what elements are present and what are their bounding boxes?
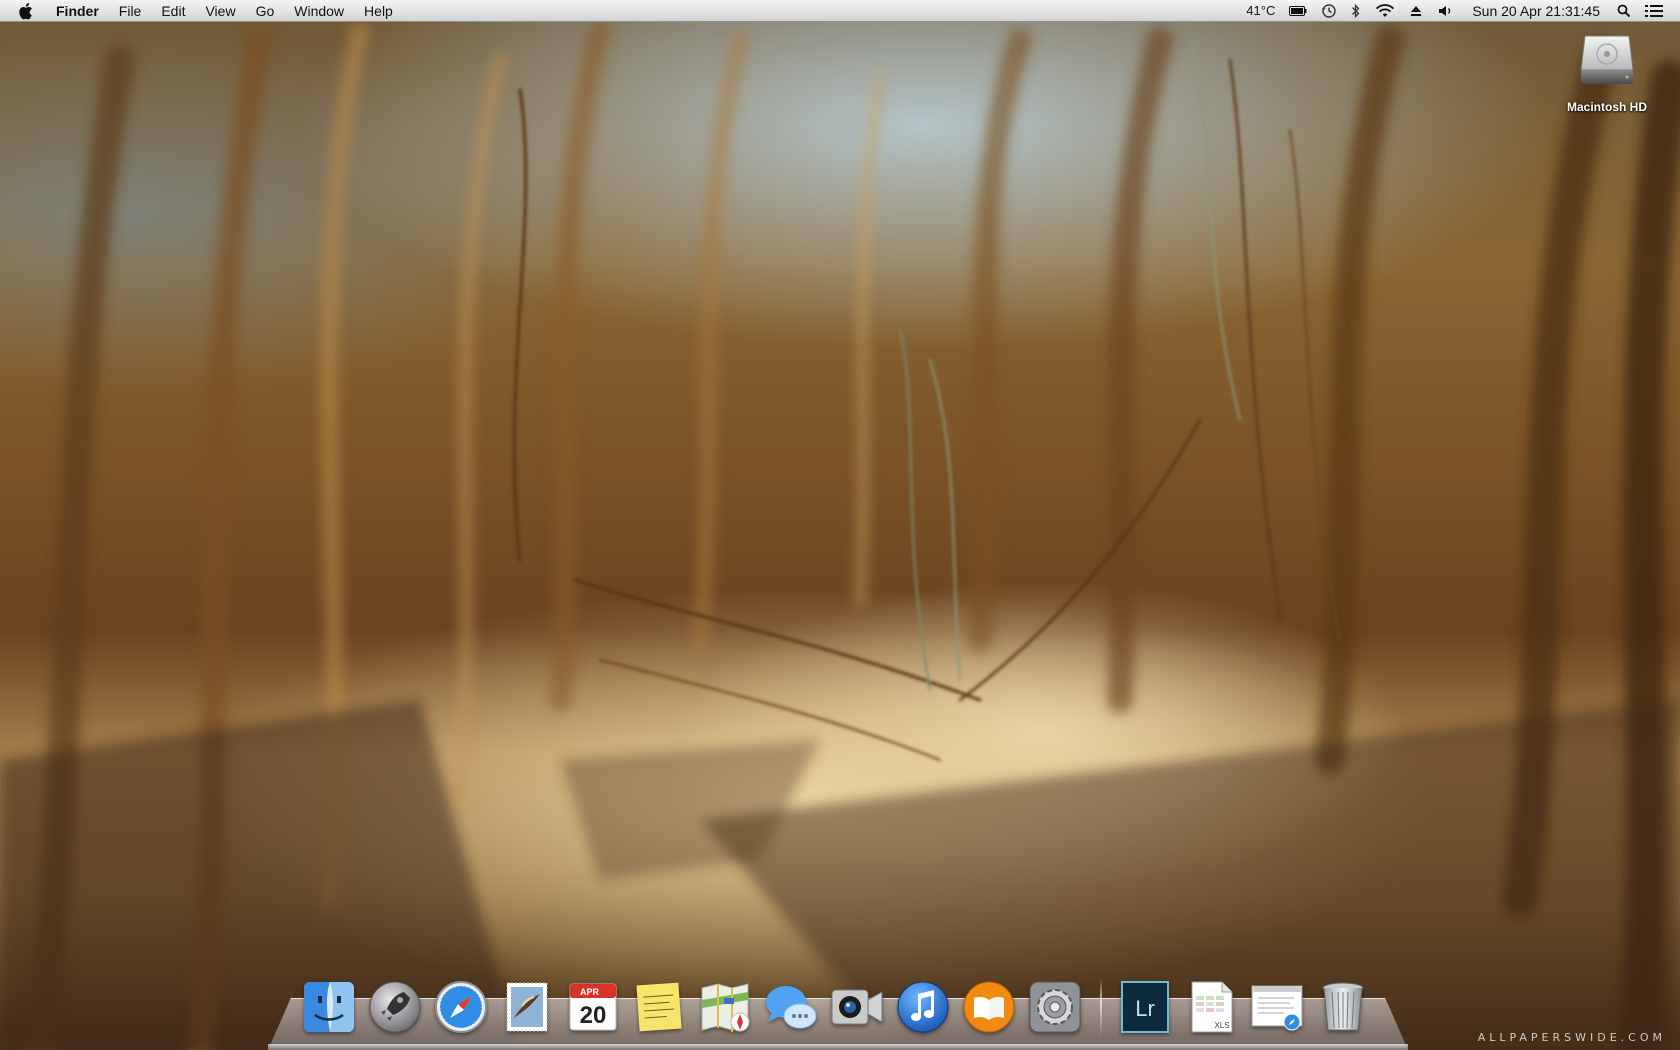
camera-icon bbox=[831, 989, 883, 1025]
dock-item-mail[interactable] bbox=[498, 978, 556, 1036]
bluetooth-icon[interactable] bbox=[1344, 0, 1368, 22]
dock-item-launchpad[interactable] bbox=[366, 978, 424, 1036]
music-note-icon bbox=[897, 981, 949, 1033]
notification-center-icon[interactable] bbox=[1638, 0, 1670, 22]
dock-item-messages[interactable] bbox=[762, 978, 820, 1036]
dock-item-xls-document[interactable]: XLS bbox=[1182, 978, 1240, 1036]
compass-icon bbox=[435, 981, 487, 1033]
calendar-month: APR bbox=[580, 987, 600, 997]
menu-app-name[interactable]: Finder bbox=[52, 0, 109, 22]
time-machine-icon[interactable] bbox=[1314, 0, 1344, 22]
menu-window[interactable]: Window bbox=[284, 0, 354, 22]
lightroom-icon: Lr bbox=[1121, 981, 1169, 1033]
dock: APR 20 Lr XLS bbox=[300, 978, 1380, 1036]
calendar-day: 20 bbox=[580, 1002, 607, 1029]
eject-icon[interactable] bbox=[1402, 0, 1430, 22]
notes-icon bbox=[636, 982, 682, 1032]
menu-bar: Finder File Edit View Go Window Help 41°… bbox=[0, 0, 1680, 22]
dock-item-calendar[interactable]: APR 20 bbox=[564, 978, 622, 1036]
gear-icon bbox=[1029, 981, 1081, 1033]
temperature-status[interactable]: 41°C bbox=[1239, 0, 1282, 22]
battery-icon[interactable] bbox=[1282, 0, 1314, 22]
desktop-icon-macintosh-hd[interactable]: Macintosh HD bbox=[1552, 30, 1662, 114]
map-icon bbox=[701, 983, 750, 1032]
menu-edit[interactable]: Edit bbox=[151, 0, 195, 22]
dock-item-notes[interactable] bbox=[630, 978, 688, 1036]
hard-drive-icon bbox=[1580, 35, 1634, 84]
lightroom-label: Lr bbox=[1135, 996, 1155, 1021]
wallpaper-watermark: ALLPAPERSWIDE.COM bbox=[1477, 1031, 1666, 1044]
xls-label: XLS bbox=[1214, 1021, 1229, 1030]
dock-item-safari[interactable] bbox=[432, 978, 490, 1036]
menu-go[interactable]: Go bbox=[246, 0, 285, 22]
dock-item-lightroom[interactable]: Lr bbox=[1116, 978, 1174, 1036]
menu-file[interactable]: File bbox=[109, 0, 152, 22]
dock-item-finder[interactable] bbox=[300, 978, 358, 1036]
dock-item-trash[interactable] bbox=[1314, 978, 1372, 1036]
dock-item-ibooks[interactable] bbox=[960, 978, 1018, 1036]
apple-menu-icon[interactable] bbox=[16, 0, 38, 22]
dock-separator bbox=[1100, 978, 1102, 1036]
stamp-icon bbox=[506, 982, 548, 1032]
calendar-icon: APR 20 bbox=[569, 983, 617, 1031]
trash-icon bbox=[1322, 982, 1364, 1031]
book-icon bbox=[963, 981, 1015, 1033]
volume-icon[interactable] bbox=[1430, 0, 1462, 22]
clock[interactable]: Sun 20 Apr 21:31:45 bbox=[1462, 0, 1610, 22]
desktop-wallpaper bbox=[0, 0, 1680, 1050]
spotlight-search-icon[interactable] bbox=[1610, 0, 1638, 22]
web-document-icon bbox=[1251, 985, 1303, 1031]
rocket-icon bbox=[369, 981, 421, 1033]
dock-item-system-preferences[interactable] bbox=[1026, 978, 1084, 1036]
dock-item-maps[interactable] bbox=[696, 978, 754, 1036]
wifi-icon[interactable] bbox=[1368, 0, 1402, 22]
menu-view[interactable]: View bbox=[195, 0, 245, 22]
dock-item-facetime[interactable] bbox=[828, 978, 886, 1036]
desktop-icon-label: Macintosh HD bbox=[1566, 100, 1647, 114]
menu-help[interactable]: Help bbox=[354, 0, 403, 22]
dock-item-itunes[interactable] bbox=[894, 978, 952, 1036]
spreadsheet-document-icon: XLS bbox=[1191, 981, 1233, 1033]
finder-icon bbox=[304, 982, 354, 1032]
chat-bubbles-icon bbox=[766, 986, 817, 1029]
dock-item-web-document[interactable] bbox=[1248, 978, 1306, 1036]
